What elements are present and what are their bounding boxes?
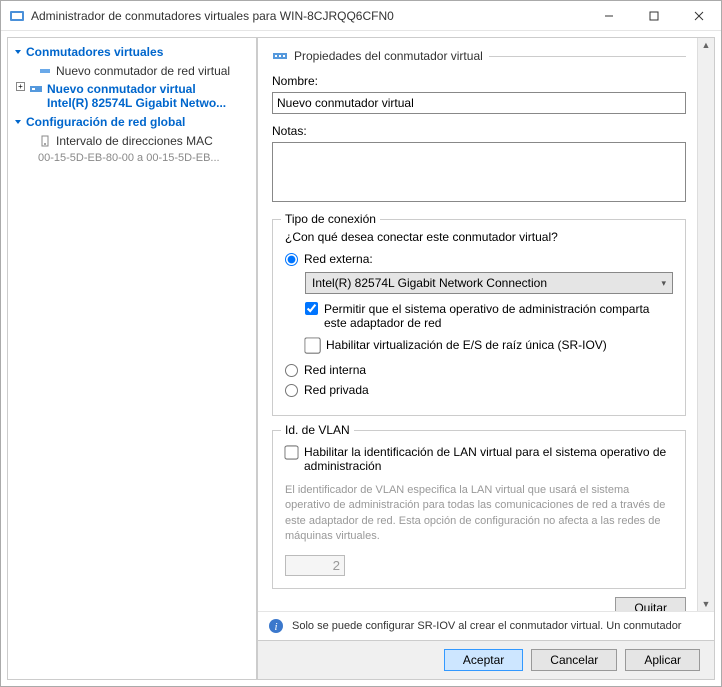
window-title: Administrador de conmutadores virtuales … bbox=[31, 9, 586, 23]
info-text: Solo se puede configurar SR-IOV al crear… bbox=[292, 620, 681, 632]
titlebar: Administrador de conmutadores virtuales … bbox=[1, 1, 721, 31]
sidebar-category-label: Configuración de red global bbox=[26, 115, 185, 129]
expand-icon[interactable]: + bbox=[16, 82, 25, 91]
sidebar-item-new-switch[interactable]: Nuevo conmutador de red virtual bbox=[10, 62, 254, 80]
private-label: Red privada bbox=[304, 383, 369, 397]
remove-button[interactable]: Quitar bbox=[615, 597, 686, 611]
adapter-dropdown[interactable]: Intel(R) 82574L Gigabit Network Connecti… bbox=[305, 272, 673, 294]
scroll-down-icon[interactable]: ▼ bbox=[702, 597, 711, 611]
sidebar-item-label: Intervalo de direcciones MAC bbox=[56, 134, 213, 148]
scrollbar[interactable]: ▲ ▼ bbox=[697, 38, 714, 611]
window: Administrador de conmutadores virtuales … bbox=[0, 0, 722, 687]
sidebar-category-global[interactable]: Configuración de red global bbox=[10, 112, 254, 132]
chevron-down-icon bbox=[14, 118, 22, 126]
external-radio-row[interactable]: Red externa: bbox=[285, 252, 673, 266]
divider bbox=[489, 56, 686, 57]
adapter-value: Intel(R) 82574L Gigabit Network Connecti… bbox=[312, 276, 547, 290]
notes-input[interactable] bbox=[272, 142, 686, 202]
ok-button[interactable]: Aceptar bbox=[444, 649, 523, 671]
internal-label: Red interna bbox=[304, 363, 366, 377]
share-label: Permitir que el sistema operativo de adm… bbox=[324, 302, 673, 330]
vlan-enable-checkbox[interactable] bbox=[284, 444, 298, 461]
close-button[interactable] bbox=[676, 1, 721, 30]
minimize-button[interactable] bbox=[586, 1, 631, 30]
sidebar-category-switches[interactable]: Conmutadores virtuales bbox=[10, 42, 254, 62]
share-checkbox[interactable] bbox=[305, 302, 318, 315]
chevron-down-icon bbox=[14, 48, 22, 56]
sidebar-item-label: Nuevo conmutador de red virtual bbox=[56, 64, 230, 78]
maximize-button[interactable] bbox=[631, 1, 676, 30]
vlan-group-title: Id. de VLAN bbox=[281, 423, 354, 437]
svg-text:i: i bbox=[274, 621, 277, 633]
private-radio[interactable] bbox=[285, 384, 298, 397]
network-icon bbox=[38, 64, 52, 78]
sidebar: Conmutadores virtuales Nuevo conmutador … bbox=[7, 37, 257, 680]
section-header: Propiedades del conmutador virtual bbox=[272, 48, 686, 64]
name-label: Nombre: bbox=[272, 74, 686, 88]
sidebar-category-label: Conmutadores virtuales bbox=[26, 45, 163, 59]
main-content: ▲ ▼ Propiedades del conmutador virtual N… bbox=[258, 38, 714, 611]
vlan-enable-label: Habilitar la identificación de LAN virtu… bbox=[304, 445, 673, 473]
private-radio-row[interactable]: Red privada bbox=[285, 383, 673, 397]
mac-icon bbox=[38, 134, 52, 148]
vlan-id-input bbox=[285, 555, 345, 576]
sidebar-item-label: Nuevo conmutador virtual bbox=[47, 82, 226, 96]
sidebar-item-selected-switch[interactable]: + Nuevo conmutador virtual Intel(R) 8257… bbox=[10, 80, 254, 112]
body: Conmutadores virtuales Nuevo conmutador … bbox=[1, 31, 721, 686]
sidebar-item-mac-range[interactable]: Intervalo de direcciones MAC bbox=[10, 132, 254, 150]
connection-group-title: Tipo de conexión bbox=[281, 212, 380, 226]
section-title: Propiedades del conmutador virtual bbox=[294, 49, 483, 63]
vlan-groupbox: Id. de VLAN Habilitar la identificación … bbox=[272, 430, 686, 589]
vlan-help-text: El identificador de VLAN especifica la L… bbox=[285, 483, 673, 545]
sidebar-item-sublabel: Intel(R) 82574L Gigabit Netwo... bbox=[47, 96, 226, 110]
notes-label: Notas: bbox=[272, 124, 686, 138]
sriov-label: Habilitar virtualización de E/S de raíz … bbox=[326, 338, 607, 352]
cancel-button[interactable]: Cancelar bbox=[531, 649, 617, 671]
sriov-check-row[interactable]: Habilitar virtualización de E/S de raíz … bbox=[305, 338, 673, 353]
external-radio[interactable] bbox=[285, 253, 298, 266]
dialog-buttons: Aceptar Cancelar Aplicar bbox=[258, 640, 714, 679]
share-check-row[interactable]: Permitir que el sistema operativo de adm… bbox=[305, 302, 673, 330]
vlan-enable-row[interactable]: Habilitar la identificación de LAN virtu… bbox=[285, 445, 673, 473]
info-icon: i bbox=[268, 618, 284, 634]
sidebar-item-mac-range-value: 00-15-5D-EB-80-00 a 00-15-5D-EB... bbox=[10, 150, 254, 166]
external-label: Red externa: bbox=[304, 252, 373, 266]
name-input[interactable] bbox=[272, 92, 686, 114]
connection-prompt: ¿Con qué desea conectar este conmutador … bbox=[285, 230, 673, 244]
main-pane: ▲ ▼ Propiedades del conmutador virtual N… bbox=[257, 37, 715, 680]
scroll-up-icon[interactable]: ▲ bbox=[702, 38, 711, 52]
sriov-checkbox[interactable] bbox=[304, 337, 321, 354]
internal-radio[interactable] bbox=[285, 364, 298, 377]
apply-button[interactable]: Aplicar bbox=[625, 649, 700, 671]
adapter-icon bbox=[29, 82, 43, 96]
remove-row: Quitar bbox=[272, 597, 686, 611]
switch-icon bbox=[272, 48, 288, 64]
connection-groupbox: Tipo de conexión ¿Con qué desea conectar… bbox=[272, 219, 686, 416]
sidebar-item-sublabel: 00-15-5D-EB-80-00 a 00-15-5D-EB... bbox=[38, 152, 220, 164]
info-bar: i Solo se puede configurar SR-IOV al cre… bbox=[258, 611, 714, 640]
chevron-down-icon: ▾ bbox=[661, 278, 666, 289]
internal-radio-row[interactable]: Red interna bbox=[285, 363, 673, 377]
app-icon bbox=[9, 8, 25, 24]
